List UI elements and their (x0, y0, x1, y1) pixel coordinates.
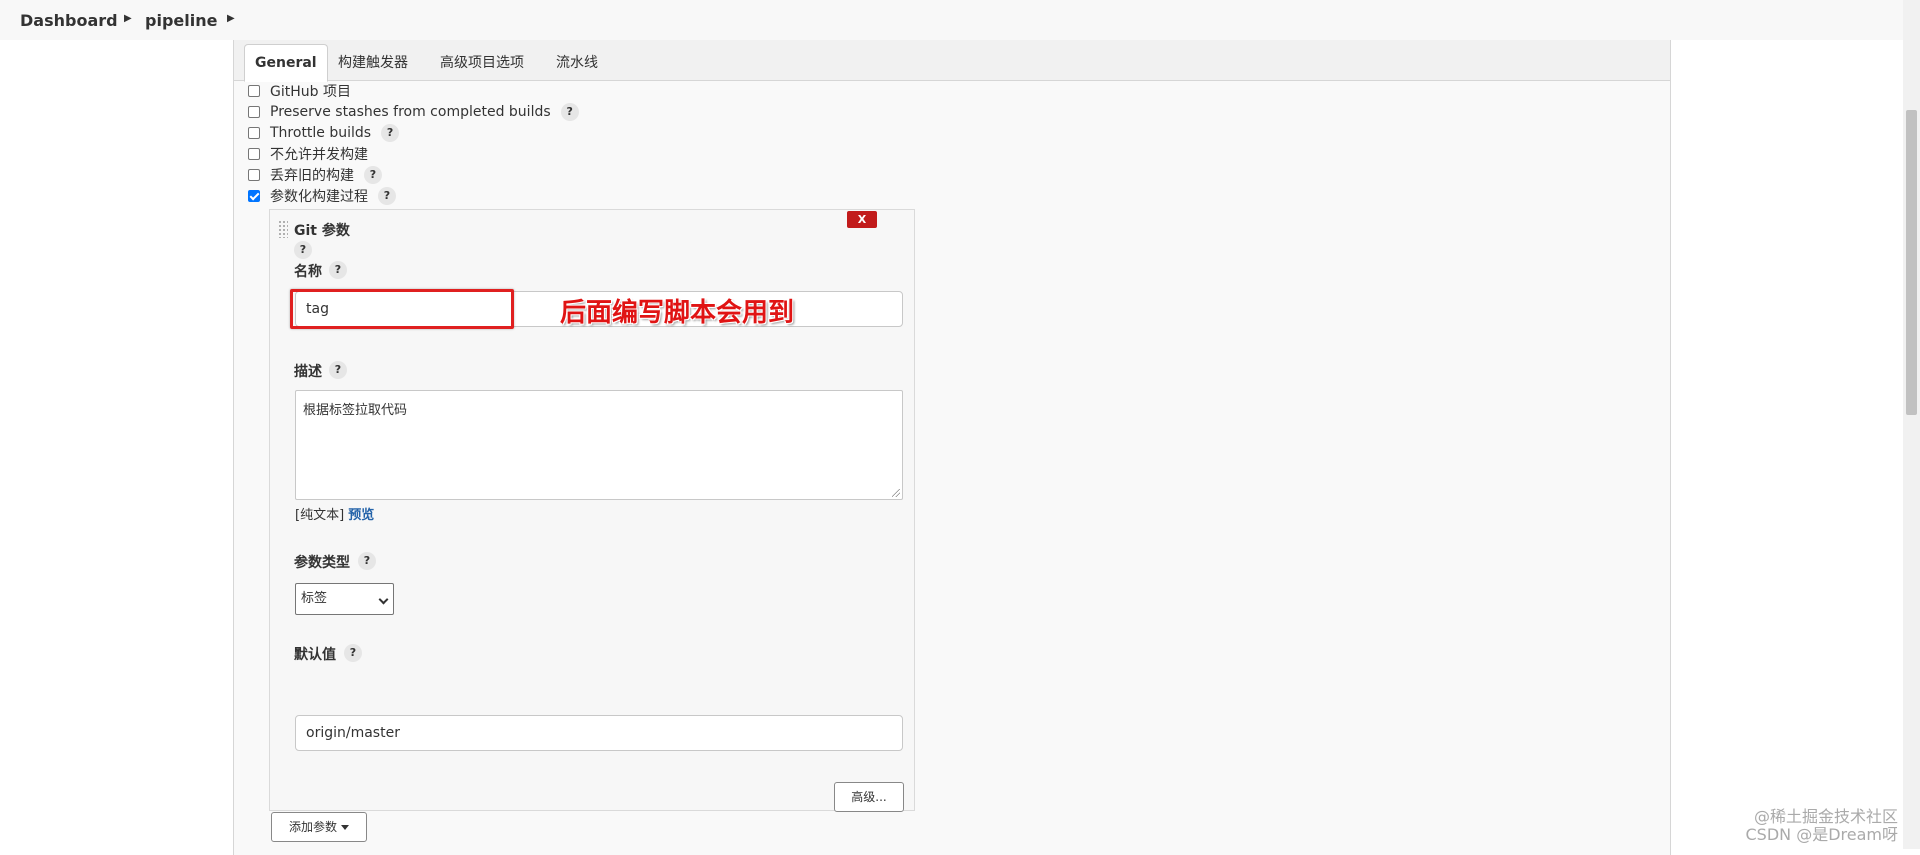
tab-bar: General 构建触发器 高级项目选项 流水线 (234, 40, 1670, 82)
scrollbar-thumb[interactable] (1906, 110, 1917, 415)
discard-old-builds-checkbox[interactable] (248, 169, 260, 181)
breadcrumb-separator-icon[interactable]: ▶ (124, 13, 132, 24)
option-discard-old-builds: 丢弃旧的构建 ? (248, 166, 382, 184)
help-icon[interactable]: ? (378, 187, 396, 205)
help-icon[interactable]: ? (329, 361, 347, 379)
help-icon[interactable]: ? (294, 241, 312, 259)
breadcrumb-dashboard[interactable]: Dashboard (20, 11, 118, 30)
tab-advanced-project-options[interactable]: 高级项目选项 (440, 52, 524, 72)
selected-type: 标签 (301, 591, 328, 606)
preview-link[interactable]: 预览 (348, 508, 374, 523)
dropdown-arrow-icon (341, 825, 349, 830)
option-label: 丢弃旧的构建 (270, 168, 354, 184)
help-icon[interactable]: ? (381, 124, 400, 142)
add-parameter-button[interactable]: 添加参数 (271, 812, 367, 842)
annotation-text: 后面编写脚本会用到 (560, 298, 795, 328)
breadcrumb-bar: Dashboard ▶ pipeline ▶ (0, 0, 1920, 40)
delete-parameter-button[interactable]: X (847, 211, 877, 228)
option-throttle-builds: Throttle builds ? (248, 124, 400, 142)
annotation-highlight-box (290, 289, 514, 329)
help-icon[interactable]: ? (560, 103, 579, 121)
default-value-input[interactable]: origin/master (295, 715, 903, 751)
option-label: 参数化构建过程 (270, 189, 368, 205)
github-project-checkbox[interactable] (248, 85, 260, 97)
advanced-button[interactable]: 高级... (834, 782, 904, 812)
option-label: Throttle builds (270, 125, 372, 141)
throttle-builds-checkbox[interactable] (248, 127, 260, 139)
add-parameter-label: 添加参数 (288, 820, 337, 834)
preview-row: [纯文本] 预览 (295, 504, 374, 523)
name-label: 名称 (294, 264, 322, 280)
help-icon[interactable]: ? (344, 644, 362, 662)
chevron-down-icon (378, 594, 389, 605)
watermark-csdn: CSDN @是Dream呀 (1745, 825, 1899, 844)
parameter-type-label: 参数类型 (294, 555, 350, 571)
option-preserve-stashes: Preserve stashes from completed builds ? (248, 103, 579, 121)
option-label: 不允许并发构建 (270, 147, 368, 163)
description-text: 根据标签拉取代码 (303, 403, 408, 418)
drag-handle-icon[interactable] (278, 220, 288, 238)
help-icon[interactable]: ? (329, 261, 347, 279)
breadcrumb-pipeline[interactable]: pipeline (145, 11, 217, 30)
breadcrumb-separator-icon[interactable]: ▶ (227, 13, 235, 24)
option-github-project: GitHub 项目 (248, 82, 351, 100)
option-disable-concurrent: 不允许并发构建 (248, 145, 368, 163)
plain-text-label: [纯文本] (295, 508, 345, 523)
tab-general[interactable]: General (244, 44, 328, 82)
description-textarea[interactable]: 根据标签拉取代码 (295, 390, 903, 500)
config-panel: General 构建触发器 高级项目选项 流水线 GitHub 项目 Prese… (233, 40, 1671, 855)
resize-grip-icon[interactable] (892, 489, 900, 497)
option-label: GitHub 项目 (270, 84, 351, 100)
parameter-type-select[interactable]: 标签 (295, 583, 394, 615)
option-parameterized-build: 参数化构建过程 ? (248, 187, 396, 205)
parameterized-build-checkbox[interactable] (248, 190, 260, 202)
preserve-stashes-checkbox[interactable] (248, 106, 260, 118)
git-parameter-title: Git 参数 (294, 223, 350, 239)
disable-concurrent-checkbox[interactable] (248, 148, 260, 160)
description-label: 描述 (294, 364, 322, 380)
default-value-label: 默认值 (294, 647, 336, 663)
help-icon[interactable]: ? (358, 552, 376, 570)
option-label: Preserve stashes from completed builds (270, 104, 551, 120)
tab-pipeline[interactable]: 流水线 (556, 52, 598, 72)
tab-build-triggers[interactable]: 构建触发器 (338, 52, 408, 72)
help-icon[interactable]: ? (364, 166, 382, 184)
